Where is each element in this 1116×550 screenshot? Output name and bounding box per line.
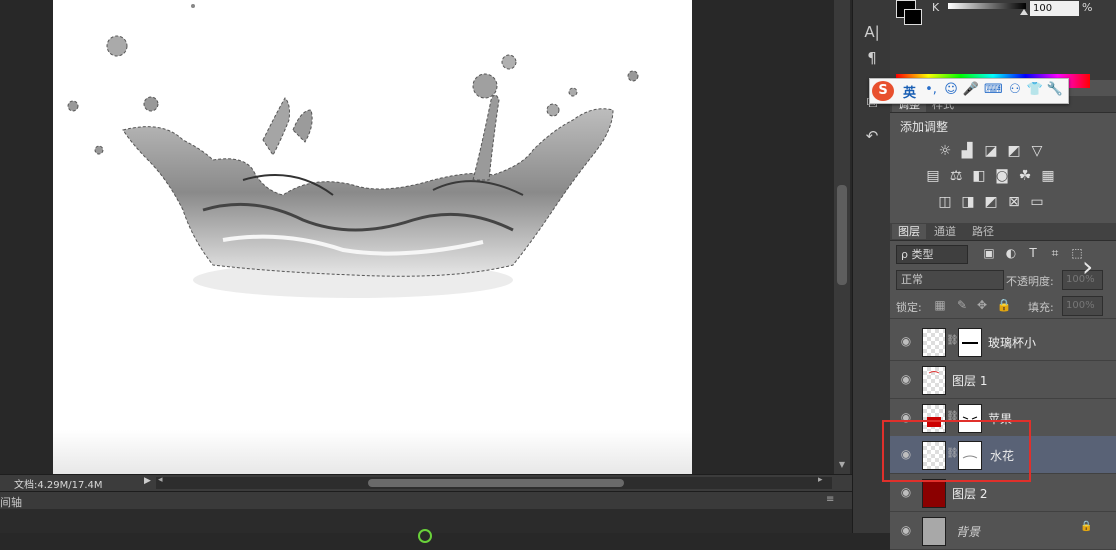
shape-filter-icon[interactable]: ⌗ xyxy=(1048,246,1062,260)
fill-label: 填充: xyxy=(1028,301,1054,314)
tab-layers[interactable]: 图层 xyxy=(892,224,926,239)
vertical-scrollbar[interactable]: ▼ xyxy=(834,0,850,474)
gradient-map-icon[interactable]: ▭ xyxy=(1028,194,1046,210)
visibility-eye-icon[interactable]: ◉ xyxy=(898,485,914,499)
shirt-icon[interactable]: 👕 xyxy=(1026,82,1044,97)
k-channel-label: K xyxy=(932,1,940,14)
lock-all-icon[interactable]: 🔒 xyxy=(996,298,1012,312)
fill-input[interactable]: 100% xyxy=(1062,296,1103,316)
visibility-eye-icon[interactable]: ◉ xyxy=(898,523,914,537)
layer-thumbnail xyxy=(922,328,946,357)
exposure-icon[interactable]: ◩ xyxy=(1005,143,1023,159)
pixel-filter-icon[interactable]: ▣ xyxy=(982,246,996,260)
highlight-annotation-box xyxy=(882,420,1031,482)
mixer-icon[interactable]: ☘ xyxy=(1016,168,1034,184)
ime-language-toggle[interactable]: 英 xyxy=(903,82,916,101)
vibrance-icon[interactable]: ▽ xyxy=(1028,143,1046,159)
smiley-icon[interactable]: ☺ xyxy=(942,82,960,97)
balance-icon[interactable]: ⚖ xyxy=(947,168,965,184)
opacity-label: 不透明度: xyxy=(1006,275,1054,288)
k-slider-thumb[interactable] xyxy=(1020,9,1028,15)
color-panel: K 100 % xyxy=(890,0,1116,88)
status-menu-arrow-icon[interactable]: ▶ xyxy=(144,476,156,490)
timeline-body xyxy=(0,509,852,543)
layer-filter-select[interactable]: ρ 类型 xyxy=(896,245,968,264)
adjustment-filter-icon[interactable]: ◐ xyxy=(1004,246,1018,260)
layer-name[interactable]: 玻璃杯小 xyxy=(988,334,1036,351)
invert-icon[interactable]: ◫ xyxy=(936,194,954,210)
mic-icon[interactable]: 🎤 xyxy=(962,82,980,97)
lock-paint-icon[interactable]: ✎ xyxy=(954,298,970,312)
horizontal-scrollbar[interactable]: ◂ ▸ xyxy=(156,475,832,489)
bw-icon[interactable]: ◧ xyxy=(970,168,988,184)
k-channel-slider[interactable] xyxy=(948,3,1026,9)
water-splash-image xyxy=(67,4,639,298)
lookup-icon[interactable]: ▦ xyxy=(1039,168,1057,184)
posterize-icon[interactable]: ◨ xyxy=(959,194,977,210)
scroll-down-arrow-icon[interactable]: ▼ xyxy=(837,460,847,470)
layer-row[interactable]: ◉ ⛓ 玻璃杯小 xyxy=(890,323,1116,361)
horizontal-scroll-thumb[interactable] xyxy=(368,479,624,487)
chevron-right-icon[interactable]: › xyxy=(1082,250,1093,283)
layer-mask-thumbnail[interactable] xyxy=(958,328,982,357)
timeline-tab[interactable]: 间轴 xyxy=(0,494,22,510)
canvas-area[interactable]: ▼ xyxy=(0,0,852,474)
visibility-eye-icon[interactable]: ◉ xyxy=(898,334,914,348)
document-size-info: 文档:4.29M/17.4M xyxy=(14,480,103,491)
hue-icon[interactable]: ▤ xyxy=(924,168,942,184)
wrench-icon[interactable]: 🔧 xyxy=(1046,82,1064,97)
layer-row[interactable]: ◉ 图层 1 xyxy=(890,361,1116,399)
curves-icon[interactable]: ◪ xyxy=(982,143,1000,159)
layer-lock-icon: 🔒 xyxy=(1080,521,1093,532)
keyboard-icon[interactable]: ⌨ xyxy=(984,82,1003,97)
lock-row: 锁定: ▦ ✎ ✥ 🔒 填充: 100% xyxy=(890,294,1116,319)
status-bar: 文档:4.29M/17.4M ▶ ◂ ▸ xyxy=(0,474,852,492)
character-icon[interactable]: A| xyxy=(861,22,883,42)
lock-transparency-icon[interactable]: ▦ xyxy=(932,298,948,312)
blend-mode-select[interactable]: 正常 xyxy=(896,270,1004,290)
layers-tabbar: 图层 通道 路径 xyxy=(890,223,1116,241)
tab-paths[interactable]: 路径 xyxy=(966,224,1000,239)
document-canvas[interactable] xyxy=(53,0,692,474)
visibility-eye-icon[interactable]: ◉ xyxy=(898,372,914,386)
k-unit-label: % xyxy=(1082,1,1093,14)
punct-icon[interactable]: •, xyxy=(922,82,940,97)
history-icon[interactable]: ↶ xyxy=(861,126,883,146)
mask-link-icon[interactable]: ⛓ xyxy=(946,335,959,347)
levels-icon[interactable]: ▟ xyxy=(958,143,976,159)
layer-thumbnail xyxy=(922,366,946,395)
type-filter-icon[interactable]: T xyxy=(1026,246,1040,260)
scroll-right-arrow-icon[interactable]: ▸ xyxy=(818,475,823,485)
layer-thumbnail xyxy=(922,479,946,508)
layer-row[interactable]: ◉ 背景 🔒 xyxy=(890,512,1116,550)
layer-name[interactable]: 图层 1 xyxy=(952,372,987,389)
lock-label: 锁定: xyxy=(896,301,922,314)
selective-color-icon[interactable]: ⊠ xyxy=(1005,194,1023,210)
tab-channels[interactable]: 通道 xyxy=(928,224,962,239)
threshold-icon[interactable]: ◩ xyxy=(982,194,1000,210)
layer-name[interactable]: 图层 2 xyxy=(952,485,987,502)
sogou-logo-icon[interactable]: S xyxy=(872,81,894,101)
lock-position-icon[interactable]: ✥ xyxy=(974,298,990,312)
k-value-input[interactable]: 100 xyxy=(1030,1,1079,16)
status-indicator-icon xyxy=(418,529,432,543)
vertical-scroll-thumb[interactable] xyxy=(837,185,847,285)
panel-menu-icon[interactable]: ≡ xyxy=(826,494,834,505)
timeline-panel-header: 间轴 ≡ xyxy=(0,491,852,510)
layer-name[interactable]: 背景 xyxy=(956,523,980,540)
paragraph-icon[interactable]: ¶ xyxy=(861,48,883,68)
layer-thumbnail xyxy=(922,517,946,546)
adjustments-title: 添加调整 xyxy=(900,120,949,134)
canvas-bottom-fade xyxy=(53,430,692,474)
scroll-left-arrow-icon[interactable]: ◂ xyxy=(158,475,163,485)
photo-filter-icon[interactable]: ◙ xyxy=(993,168,1011,184)
background-color-swatch[interactable] xyxy=(904,9,922,25)
ime-toolbar[interactable]: S 英 •, ☺ 🎤 ⌨ ⚇ 👕 🔧 xyxy=(869,78,1069,104)
user-icon[interactable]: ⚇ xyxy=(1006,82,1024,97)
brightness-icon[interactable]: ☼ xyxy=(936,143,954,159)
